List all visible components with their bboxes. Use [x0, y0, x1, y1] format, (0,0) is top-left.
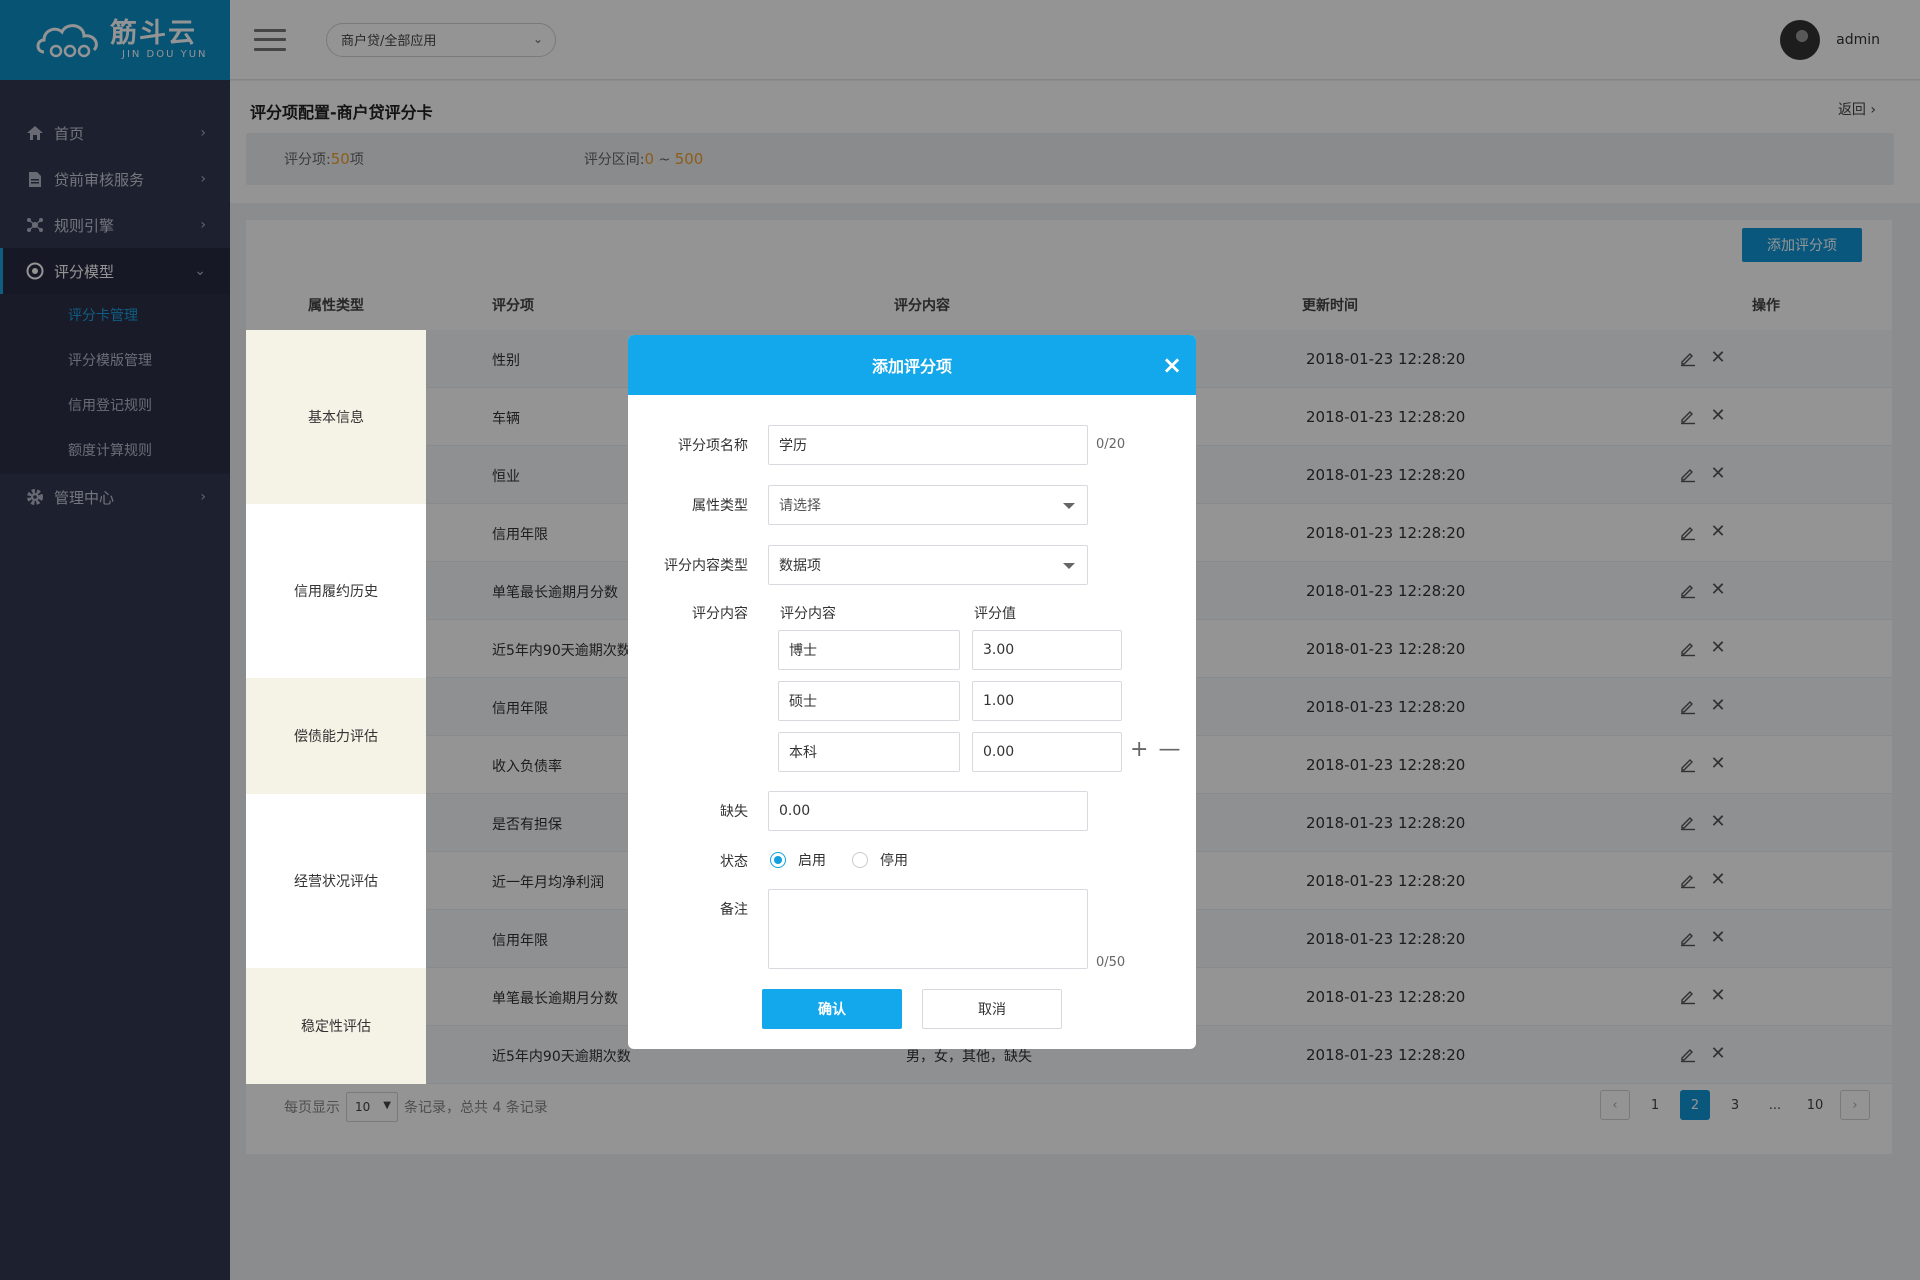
content-type-value: 数据项: [779, 558, 821, 574]
plus-icon[interactable]: +: [1130, 739, 1148, 761]
remark-counter: 0/50: [1096, 955, 1126, 970]
cancel-button[interactable]: 取消: [922, 989, 1062, 1029]
caret-down-icon: [1063, 563, 1075, 569]
close-icon[interactable]: ×: [1158, 351, 1186, 379]
item-name-label: 评分项名称: [678, 438, 748, 454]
column-header-value: 评分值: [974, 606, 1016, 622]
score-content-label: 评分内容: [692, 606, 748, 622]
radio-checked-icon: [770, 852, 786, 868]
status-enabled-label: 启用: [798, 853, 826, 869]
item-name-input[interactable]: 学历: [768, 425, 1088, 465]
missing-value-input[interactable]: 0.00: [768, 791, 1088, 831]
radio-unchecked-icon: [852, 852, 868, 868]
remark-textarea[interactable]: [768, 889, 1088, 969]
content-type-label: 评分内容类型: [664, 558, 748, 574]
group-cell: 经营状况评估: [246, 794, 426, 968]
entry-value-input[interactable]: 0.00: [972, 732, 1122, 772]
missing-label: 缺失: [720, 804, 748, 820]
attribute-type-select[interactable]: 请选择: [768, 485, 1088, 525]
attribute-type-label: 属性类型: [692, 498, 748, 514]
column-header-content: 评分内容: [780, 606, 836, 622]
entry-row-controls: + —: [1130, 739, 1180, 761]
group-cell: 偿债能力评估: [246, 678, 426, 794]
entry-content-input[interactable]: 硕士: [778, 681, 960, 721]
add-score-item-dialog: 添加评分项 × 评分项名称 学历 0/20 属性类型 请选择 评分内容类型 数据…: [628, 335, 1196, 1049]
group-cell: 基本信息: [246, 330, 426, 504]
remark-label: 备注: [720, 902, 748, 918]
dialog-header: 添加评分项 ×: [628, 335, 1196, 395]
group-cell: 信用履约历史: [246, 504, 426, 678]
item-name-counter: 0/20: [1096, 437, 1126, 452]
status-label: 状态: [720, 854, 748, 870]
content-type-select[interactable]: 数据项: [768, 545, 1088, 585]
confirm-button[interactable]: 确认: [762, 989, 902, 1029]
dialog-title: 添加评分项: [871, 357, 952, 376]
attribute-type-placeholder: 请选择: [779, 498, 821, 514]
entry-content-input[interactable]: 本科: [778, 732, 960, 772]
status-disabled-label: 停用: [880, 853, 908, 869]
entry-content-input[interactable]: 博士: [778, 630, 960, 670]
group-cell: 稳定性评估: [246, 968, 426, 1084]
caret-down-icon: [1063, 503, 1075, 509]
status-enabled-radio[interactable]: 启用: [770, 850, 826, 870]
entry-value-input[interactable]: 1.00: [972, 681, 1122, 721]
entry-value-input[interactable]: 3.00: [972, 630, 1122, 670]
status-disabled-radio[interactable]: 停用: [852, 850, 908, 870]
minus-icon[interactable]: —: [1158, 739, 1180, 761]
